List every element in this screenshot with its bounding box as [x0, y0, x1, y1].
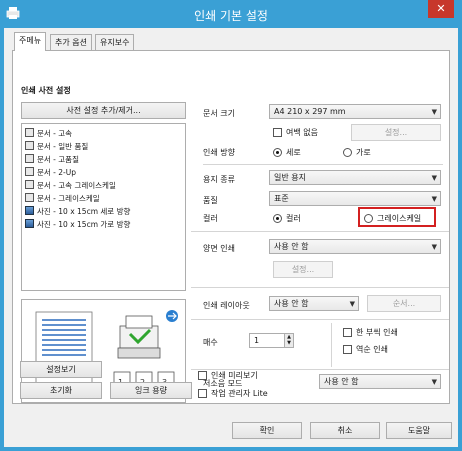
dialog-body: 주메뉴 추가 옵션 유지보수 인쇄 사전 설정 사전 설정 추가/제거... 문… [4, 28, 458, 447]
divider [191, 287, 449, 288]
document-icon [25, 141, 34, 150]
divider [191, 319, 449, 320]
tab-main[interactable]: 주메뉴 [14, 32, 47, 51]
chevron-down-icon: ▼ [431, 243, 437, 251]
photo-icon [25, 219, 34, 228]
divider [331, 323, 332, 367]
multipage-order-button[interactable]: 순서... [367, 295, 441, 312]
paper-type-select[interactable]: 일반 용지 ▼ [269, 170, 441, 185]
list-item[interactable]: 문서 - 그레이스케일 [25, 192, 100, 205]
multipage-label: 인쇄 레이아웃 [203, 301, 250, 310]
presets-list[interactable]: 문서 - 고속 문서 - 일반 품질 문서 - 고품질 문서 - 2-Up 문서… [21, 123, 186, 291]
window-title: 인쇄 기본 설정 [194, 9, 268, 23]
multipage-select[interactable]: 사용 안 함 ▼ [269, 296, 359, 311]
list-item[interactable]: 문서 - 고속 [25, 127, 72, 140]
close-button[interactable]: ✕ [428, 0, 454, 18]
title-bar[interactable]: 인쇄 기본 설정 ✕ [0, 0, 462, 28]
chevron-down-icon: ▼ [431, 108, 437, 116]
list-item[interactable]: 문서 - 2-Up [25, 166, 76, 179]
show-settings-button[interactable]: 설정보기 [20, 361, 102, 378]
duplex-select[interactable]: 사용 안 함 ▼ [269, 239, 441, 254]
paper-size-select[interactable]: A4 210 x 297 mm ▼ [269, 104, 441, 119]
tab-more-options[interactable]: 추가 옵션 [50, 34, 92, 50]
list-item[interactable]: 문서 - 고품질 [25, 153, 79, 166]
cancel-button[interactable]: 취소 [310, 422, 380, 439]
chevron-down-icon: ▼ [431, 174, 437, 182]
paper-type-label: 용지 종류 [203, 175, 235, 184]
chevron-down-icon: ▼ [431, 195, 437, 203]
divider [203, 164, 443, 165]
list-item[interactable]: 사진 - 10 x 15cm 가로 방향 [25, 218, 130, 231]
borderless-label: 여백 없음 [286, 128, 318, 137]
document-icon [25, 193, 34, 202]
chevron-down-icon: ▼ [431, 378, 437, 386]
chevron-down-icon: ▼ [349, 300, 355, 308]
reverse-order-checkbox[interactable] [343, 345, 352, 354]
grayscale-radio[interactable] [364, 214, 373, 223]
help-button[interactable]: 도움말 [386, 422, 452, 439]
print-preview-checkbox[interactable] [198, 371, 207, 380]
landscape-label: 가로 [356, 148, 371, 157]
reverse-order-label: 역순 인쇄 [356, 345, 388, 354]
print-preview-label: 인쇄 미리보기 [211, 371, 258, 380]
collate-checkbox[interactable] [343, 328, 352, 337]
color-label: 컬러 [203, 214, 218, 223]
main-tab-panel: 인쇄 사전 설정 사전 설정 추가/제거... 문서 - 고속 문서 - 일반 … [12, 50, 450, 404]
duplex-settings-button[interactable]: 설정... [273, 261, 333, 278]
paper-size-label: 문서 크기 [203, 109, 235, 118]
copies-label: 매수 [203, 338, 218, 347]
two-up-icon [25, 167, 34, 176]
ok-button[interactable]: 확인 [232, 422, 302, 439]
tab-maintenance[interactable]: 유지보수 [95, 34, 135, 50]
list-item[interactable]: 문서 - 고속 그레이스케일 [25, 179, 116, 192]
grayscale-option-label: 그레이스케일 [377, 214, 422, 223]
printer-illustration-icon [117, 315, 161, 359]
document-icon [25, 154, 34, 163]
photo-icon [25, 206, 34, 215]
orientation-label: 인쇄 방향 [203, 148, 235, 157]
color-option-label: 컬러 [286, 214, 301, 223]
ink-levels-button[interactable]: 잉크 용량 [110, 382, 192, 399]
presets-heading: 인쇄 사전 설정 [21, 86, 71, 95]
print-preferences-window: 인쇄 기본 설정 ✕ 주메뉴 추가 옵션 유지보수 인쇄 사전 설정 사전 설정… [0, 0, 462, 451]
reset-defaults-button[interactable]: 초기화 [20, 382, 102, 399]
list-item[interactable]: 사진 - 10 x 15cm 세로 방향 [25, 205, 130, 218]
color-radio[interactable] [273, 214, 282, 223]
list-item[interactable]: 문서 - 일반 품질 [25, 140, 88, 153]
stepper-arrows-icon[interactable]: ▲ ▼ [284, 334, 293, 347]
job-arranger-checkbox[interactable] [198, 389, 207, 398]
borderless-checkbox[interactable] [273, 128, 282, 137]
quality-label: 품질 [203, 196, 218, 205]
add-remove-presets-button[interactable]: 사전 설정 추가/제거... [21, 102, 186, 119]
portrait-radio[interactable] [273, 148, 282, 157]
job-arranger-label: 작업 관리자 Lite [211, 389, 268, 398]
landscape-radio[interactable] [343, 148, 352, 157]
portrait-label: 세로 [286, 148, 301, 157]
copies-stepper[interactable]: 1 ▲ ▼ [249, 333, 294, 348]
divider [191, 231, 449, 232]
refresh-icon [166, 310, 178, 322]
document-icon [25, 128, 34, 137]
quality-select[interactable]: 표준 ▼ [269, 191, 441, 206]
quiet-mode-select[interactable]: 사용 안 함 ▼ [319, 374, 441, 389]
borderless-settings-button[interactable]: 설정... [351, 124, 441, 141]
document-icon [25, 180, 34, 189]
collate-label: 한 부씩 인쇄 [356, 328, 398, 337]
duplex-label: 양면 인쇄 [203, 244, 235, 253]
